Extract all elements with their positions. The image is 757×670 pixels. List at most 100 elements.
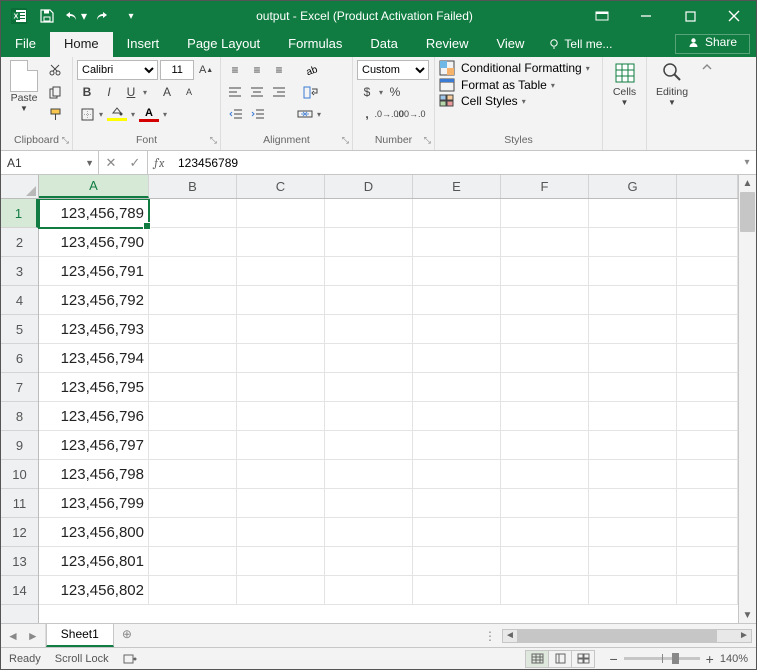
sheet-next-icon[interactable]: ► <box>27 629 39 643</box>
cell-B11[interactable] <box>149 489 237 518</box>
row-header-1[interactable]: 1 <box>1 199 38 228</box>
cell-F4[interactable] <box>501 286 589 315</box>
cell-G7[interactable] <box>589 373 677 402</box>
cell-C13[interactable] <box>237 547 325 576</box>
cell-A5[interactable]: 123,456,793 <box>39 315 149 344</box>
row-header-4[interactable]: 4 <box>1 286 38 315</box>
cell-B14[interactable] <box>149 576 237 605</box>
cell-D3[interactable] <box>325 257 413 286</box>
cell-C8[interactable] <box>237 402 325 431</box>
merge-center-icon[interactable] <box>295 104 315 124</box>
name-box-dropdown-icon[interactable]: ▼ <box>85 158 94 168</box>
cell-B6[interactable] <box>149 344 237 373</box>
sheet-tab-1[interactable]: Sheet1 <box>46 623 114 647</box>
cell-D6[interactable] <box>325 344 413 373</box>
normal-view-icon[interactable] <box>525 650 549 668</box>
minimize-icon[interactable] <box>624 1 668 31</box>
align-right-icon[interactable] <box>269 82 289 102</box>
row-header-9[interactable]: 9 <box>1 431 38 460</box>
cell-F14[interactable] <box>501 576 589 605</box>
tab-formulas[interactable]: Formulas <box>274 32 356 57</box>
cells-button[interactable]: Cells ▼ <box>613 60 636 107</box>
row-header-7[interactable]: 7 <box>1 373 38 402</box>
formula-input[interactable]: 123456789 <box>170 151 738 174</box>
cell-B13[interactable] <box>149 547 237 576</box>
cell-G14[interactable] <box>589 576 677 605</box>
cell-B12[interactable] <box>149 518 237 547</box>
font-name-select[interactable]: Calibri <box>77 60 158 80</box>
align-left-icon[interactable] <box>225 82 245 102</box>
cell-B1[interactable] <box>149 199 237 228</box>
expand-formula-bar-icon[interactable]: ▾ <box>738 151 756 174</box>
vscroll-thumb[interactable] <box>740 192 755 232</box>
cell-C5[interactable] <box>237 315 325 344</box>
cell-B5[interactable] <box>149 315 237 344</box>
cell-C11[interactable] <box>237 489 325 518</box>
zoom-out-icon[interactable]: − <box>609 651 617 667</box>
tab-page-layout[interactable]: Page Layout <box>173 32 274 57</box>
cell-G9[interactable] <box>589 431 677 460</box>
tab-data[interactable]: Data <box>356 32 411 57</box>
cell-E13[interactable] <box>413 547 501 576</box>
row-header-13[interactable]: 13 <box>1 547 38 576</box>
cell-F13[interactable] <box>501 547 589 576</box>
cell-F1[interactable] <box>501 199 589 228</box>
copy-icon[interactable] <box>45 82 65 102</box>
zoom-level[interactable]: 140% <box>720 653 748 665</box>
tab-view[interactable]: View <box>482 32 538 57</box>
cell-A3[interactable]: 123,456,791 <box>39 257 149 286</box>
cell-A14[interactable]: 123,456,802 <box>39 576 149 605</box>
increase-indent-icon[interactable] <box>247 104 267 124</box>
fx-icon[interactable]: ƒx <box>148 151 170 174</box>
save-icon[interactable] <box>35 4 59 28</box>
scroll-right-icon[interactable]: ► <box>737 630 751 641</box>
format-as-table-button[interactable]: Format as Table ▾ <box>439 78 598 92</box>
row-header-11[interactable]: 11 <box>1 489 38 518</box>
cells-area[interactable]: 123,456,789123,456,790123,456,791123,456… <box>39 199 738 623</box>
cell-F7[interactable] <box>501 373 589 402</box>
tab-home[interactable]: Home <box>50 32 113 57</box>
column-header-E[interactable]: E <box>413 175 501 198</box>
row-header-12[interactable]: 12 <box>1 518 38 547</box>
scroll-up-icon[interactable]: ▲ <box>739 175 756 191</box>
cell-G13[interactable] <box>589 547 677 576</box>
column-headers[interactable]: ABCDEFG <box>39 175 738 199</box>
cell-E8[interactable] <box>413 402 501 431</box>
decrease-indent-icon[interactable] <box>225 104 245 124</box>
zoom-in-icon[interactable]: + <box>706 651 714 667</box>
align-middle-icon[interactable]: ≡ <box>247 60 267 80</box>
column-header-A[interactable]: A <box>39 175 149 198</box>
hscroll-thumb[interactable] <box>517 630 717 642</box>
cell-G4[interactable] <box>589 286 677 315</box>
cell-E6[interactable] <box>413 344 501 373</box>
close-icon[interactable] <box>712 1 756 31</box>
cell-D8[interactable] <box>325 402 413 431</box>
cell-C14[interactable] <box>237 576 325 605</box>
cell-B10[interactable] <box>149 460 237 489</box>
cell-E9[interactable] <box>413 431 501 460</box>
conditional-formatting-button[interactable]: Conditional Formatting ▾ <box>439 60 598 76</box>
cut-icon[interactable] <box>45 60 65 80</box>
cell-A6[interactable]: 123,456,794 <box>39 344 149 373</box>
scroll-down-icon[interactable]: ▼ <box>739 607 756 623</box>
grow-font-icon[interactable]: A▲ <box>196 60 216 80</box>
cell-G6[interactable] <box>589 344 677 373</box>
cell-E14[interactable] <box>413 576 501 605</box>
cell-D4[interactable] <box>325 286 413 315</box>
cell-D9[interactable] <box>325 431 413 460</box>
cell-E3[interactable] <box>413 257 501 286</box>
cell-E5[interactable] <box>413 315 501 344</box>
cell-G2[interactable] <box>589 228 677 257</box>
paste-button[interactable]: Paste ▼ <box>5 60 43 134</box>
cell-G10[interactable] <box>589 460 677 489</box>
cell-E1[interactable] <box>413 199 501 228</box>
cell-A11[interactable]: 123,456,799 <box>39 489 149 518</box>
cell-F9[interactable] <box>501 431 589 460</box>
page-layout-view-icon[interactable] <box>548 650 572 668</box>
cell-D12[interactable] <box>325 518 413 547</box>
wrap-text-icon[interactable] <box>301 82 321 102</box>
row-headers[interactable]: 1234567891011121314 <box>1 199 39 623</box>
cell-F12[interactable] <box>501 518 589 547</box>
cell-C9[interactable] <box>237 431 325 460</box>
format-painter-icon[interactable] <box>45 104 65 124</box>
